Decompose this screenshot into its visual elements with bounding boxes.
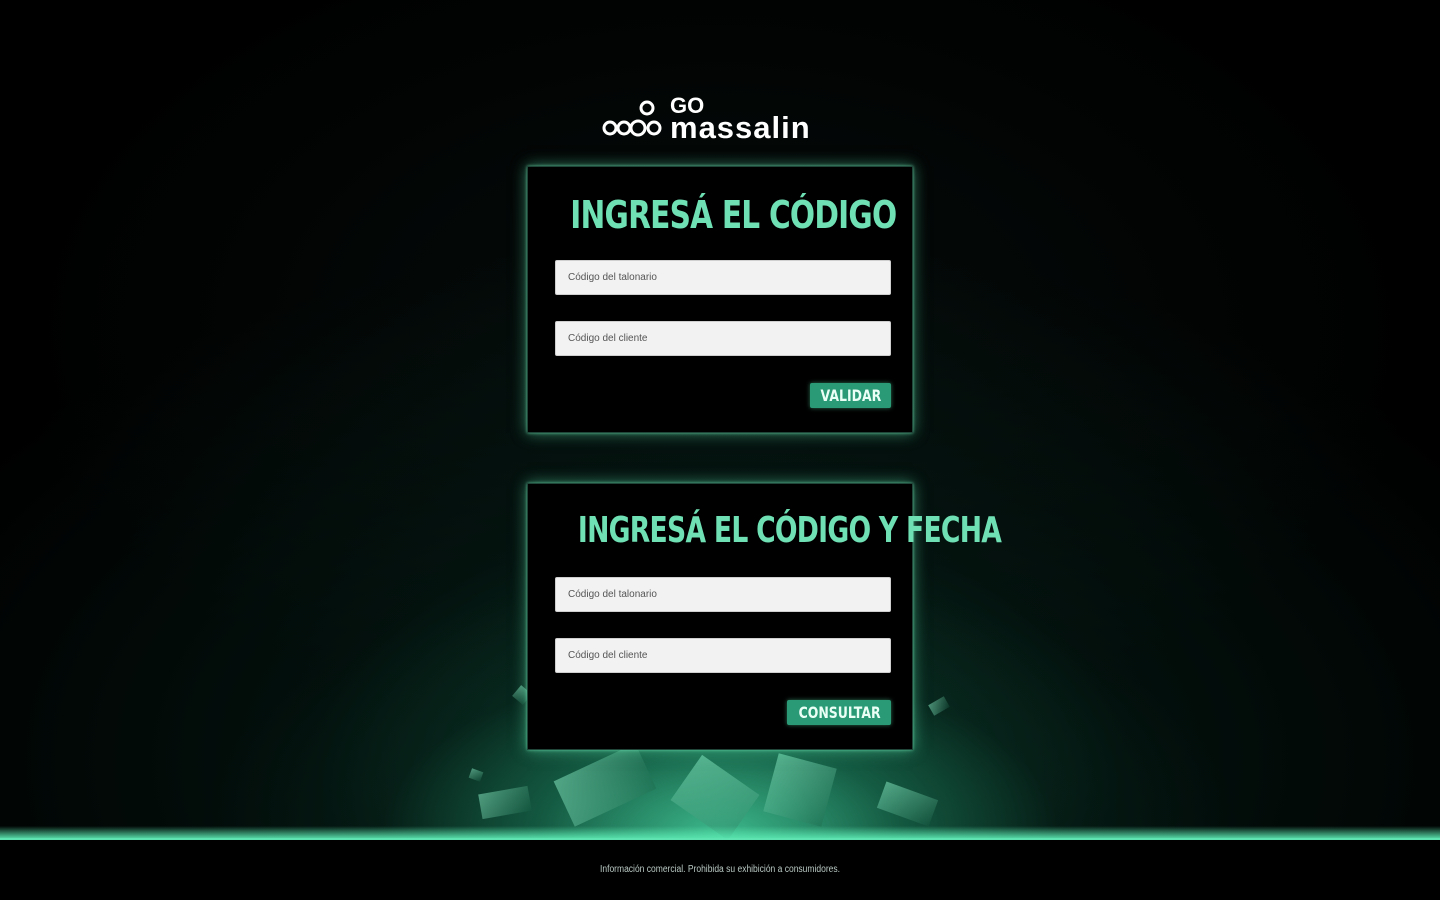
validate-button-label: VALIDAR	[820, 386, 881, 405]
footer-disclaimer: Información comercial. Prohibida su exhi…	[599, 864, 840, 875]
talonario-code-input[interactable]	[555, 260, 891, 295]
crystal-shard	[928, 696, 950, 716]
logo-circle	[602, 120, 618, 136]
client-code-input[interactable]	[555, 638, 891, 673]
go-massalin-logo: GO massalin	[600, 92, 850, 142]
logo-circle	[616, 120, 632, 136]
crystal-shard	[553, 743, 657, 827]
footer: Información comercial. Prohibida su exhi…	[0, 838, 1440, 900]
crystal-shard	[478, 785, 532, 820]
consult-button-label: CONSULTAR	[798, 703, 881, 722]
code-date-card-title: INGRESÁ EL CÓDIGO Y FECHA	[577, 510, 1002, 551]
validate-button[interactable]: VALIDAR	[810, 383, 891, 408]
code-card-title: INGRESÁ EL CÓDIGO	[570, 193, 897, 237]
logo-circle	[629, 119, 647, 137]
logo-circle	[639, 100, 655, 116]
crystal-shard	[468, 768, 484, 782]
footer-glow	[0, 826, 1440, 838]
consult-button[interactable]: CONSULTAR	[787, 700, 891, 725]
code-card: INGRESÁ EL CÓDIGO VALIDAR	[527, 166, 913, 433]
crystal-shard	[763, 753, 837, 827]
logo-mark: GO massalin	[602, 93, 811, 142]
crystal-shard	[876, 781, 939, 827]
logo-circle	[646, 120, 662, 136]
talonario-code-input[interactable]	[555, 577, 891, 612]
code-date-card: INGRESÁ EL CÓDIGO Y FECHA CONSULTAR	[527, 483, 1002, 750]
logo-massalin-text: massalin	[670, 110, 811, 142]
page: GO massalin INGRESÁ EL CÓDIGO VALIDAR IN…	[0, 0, 1440, 900]
client-code-input[interactable]	[555, 321, 891, 356]
